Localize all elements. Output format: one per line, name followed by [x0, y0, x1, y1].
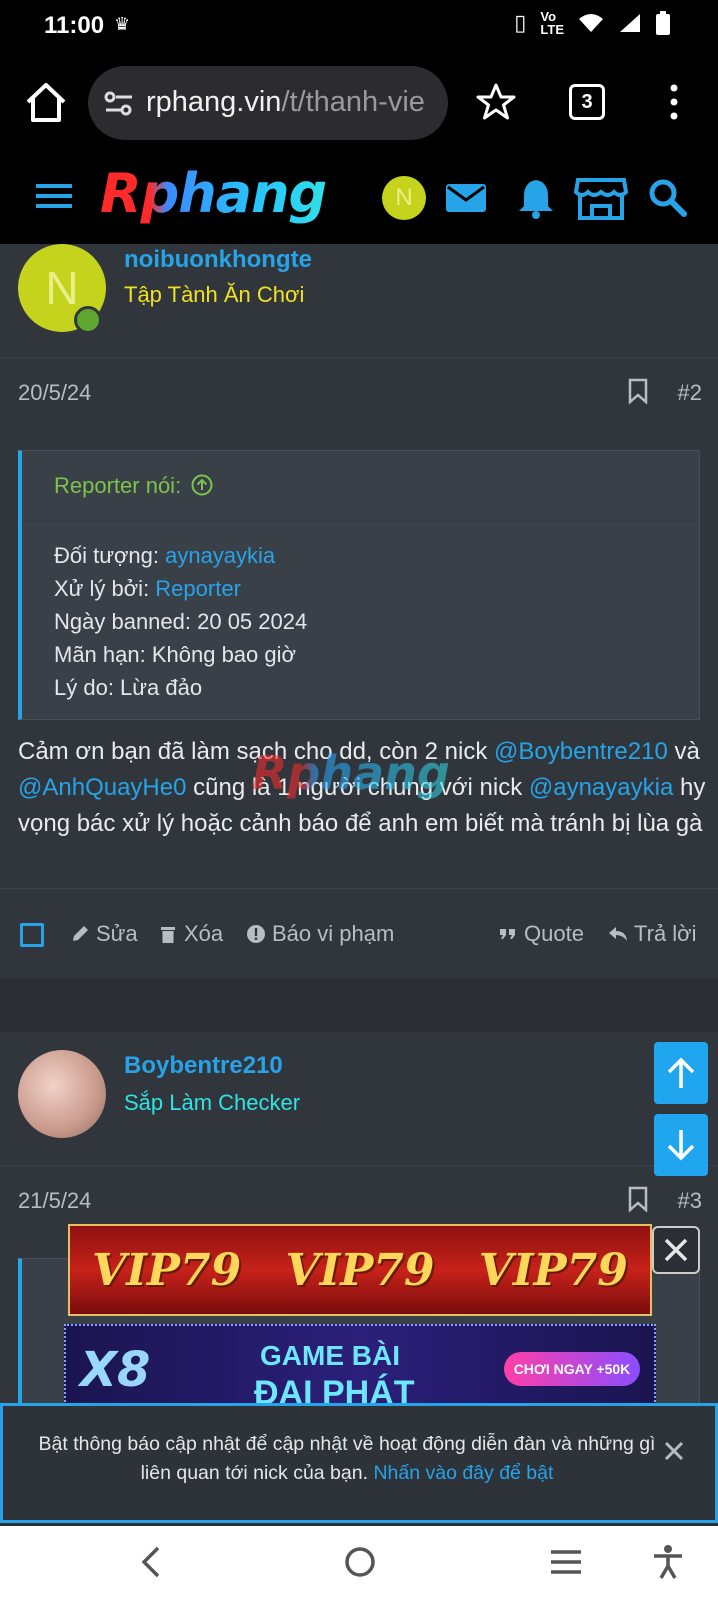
crown-icon: ♛ — [114, 14, 131, 34]
bookmark-icon[interactable] — [628, 1186, 648, 1212]
post-date[interactable]: 20/5/24 — [18, 380, 91, 406]
quote-line: Đối tượng: aynayaykia — [54, 543, 276, 568]
reply-button[interactable]: Trả lời — [608, 921, 697, 947]
quote-line: Ngày banned: 20 05 2024 — [54, 609, 308, 634]
quote-icon — [500, 929, 515, 939]
post-actions: Sửa Xóa Báo vi phạm Quote Trả lời — [0, 888, 718, 978]
quote-body: Đối tượng: aynayaykia Xử lý bởi: Reporte… — [22, 521, 699, 704]
post-meta: 20/5/24 #2 — [0, 358, 718, 428]
user-avatar[interactable]: N — [382, 176, 426, 220]
bookmark-icon[interactable] — [628, 378, 648, 404]
quote-block: Reporter nói: Đối tượng: aynayaykia Xử l… — [18, 450, 700, 720]
browser-toolbar: rphang.vin/t/thanh-vie 3 — [0, 52, 718, 154]
bell-icon[interactable] — [514, 176, 558, 220]
volte-icon: Vo LTE — [540, 9, 564, 37]
post: N noibuonkhongte Tập Tành Ăn Chơi 20/5/2… — [0, 244, 718, 978]
url-text[interactable]: rphang.vin/t/thanh-vie — [146, 86, 436, 119]
system-nav-bar — [0, 1526, 718, 1600]
home-circle-icon[interactable] — [342, 1544, 378, 1580]
more-options-icon[interactable] — [664, 82, 684, 122]
quote-header[interactable]: Reporter nói: — [22, 451, 699, 521]
arrow-down-icon — [667, 1130, 695, 1161]
site-logo[interactable]: Rphang — [100, 162, 327, 225]
post-number[interactable]: #3 — [678, 1188, 702, 1214]
avatar[interactable] — [18, 1050, 106, 1138]
trash-icon — [161, 927, 175, 943]
user-title: Tập Tành Ăn Chơi — [124, 282, 305, 307]
wifi-icon — [579, 14, 603, 32]
accessibility-icon[interactable] — [650, 1544, 686, 1580]
home-icon[interactable] — [24, 80, 68, 124]
battery-icon — [656, 11, 670, 35]
tab-switcher-button[interactable]: 3 — [569, 84, 605, 120]
back-icon[interactable] — [134, 1544, 170, 1580]
quote-line: Lý do: Lừa đảo — [54, 675, 203, 700]
url-path: /t/thanh-vie — [281, 86, 425, 118]
shop-icon[interactable] — [574, 176, 628, 220]
close-icon[interactable] — [663, 1440, 685, 1462]
ad-banner-vip79[interactable]: VIP79 VIP79 VIP79 — [68, 1224, 652, 1316]
search-icon[interactable] — [646, 176, 690, 220]
ad-close-button[interactable] — [652, 1226, 700, 1274]
close-icon — [664, 1238, 688, 1262]
mail-icon[interactable] — [444, 176, 488, 220]
site-header: Rphang N — [0, 154, 718, 244]
clock: 11:00 — [44, 12, 105, 39]
reply-icon — [609, 927, 627, 941]
recents-icon[interactable] — [548, 1544, 584, 1580]
status-bar: 11:00 ♛ ▯ Vo LTE — [0, 0, 718, 52]
url-bar[interactable]: rphang.vin/t/thanh-vie — [88, 66, 448, 140]
alert-icon — [247, 925, 265, 943]
username[interactable]: noibuonkhongte — [124, 246, 312, 274]
notification-message: Bật thông báo cập nhật để cập nhật về ho… — [38, 1433, 656, 1484]
menu-icon[interactable] — [36, 181, 72, 211]
signal-icon — [620, 14, 640, 32]
select-checkbox[interactable] — [20, 923, 44, 947]
post-date[interactable]: 21/5/24 — [18, 1188, 91, 1214]
username[interactable]: Boybentre210 — [124, 1052, 283, 1080]
vibrate-icon: ▯ — [514, 10, 527, 35]
user-title: Sắp Làm Checker — [124, 1090, 301, 1115]
quote-line: Xử lý bởi: Reporter — [54, 576, 241, 601]
watermark: Rphang — [252, 746, 450, 800]
post-user-info: N noibuonkhongte Tập Tành Ăn Chơi — [0, 244, 718, 358]
quote-author: Reporter nói: — [54, 473, 182, 498]
quote-button[interactable]: Quote — [498, 921, 584, 947]
edit-button[interactable]: Sửa — [70, 921, 138, 947]
mention-link[interactable]: @Boybentre210 — [494, 738, 668, 765]
mention-link[interactable]: @aynayaykia — [529, 774, 673, 801]
site-settings-icon[interactable] — [104, 90, 134, 118]
user-link[interactable]: Reporter — [155, 576, 241, 601]
mention-link[interactable]: @AnhQuayHe0 — [18, 774, 186, 801]
scroll-top-button[interactable] — [654, 1042, 708, 1104]
arrow-up-circle-icon[interactable] — [191, 474, 213, 496]
report-button[interactable]: Báo vi phạm — [246, 921, 394, 947]
online-status-icon — [74, 306, 102, 334]
pencil-icon — [73, 926, 88, 941]
system-icons: ▯ Vo LTE — [514, 10, 670, 36]
bookmark-star-icon[interactable] — [476, 82, 516, 122]
user-link[interactable]: aynayaykia — [165, 543, 275, 568]
enable-notifications-link[interactable]: Nhấn vào đây để bật — [373, 1462, 553, 1484]
quote-line: Mãn hạn: Không bao giờ — [54, 642, 296, 667]
post-user-info: Boybentre210 Sắp Làm Checker — [0, 1032, 718, 1166]
notification-prompt: Bật thông báo cập nhật để cập nhật về ho… — [0, 1403, 718, 1523]
url-host: rphang.vin — [146, 86, 282, 118]
arrow-up-icon — [667, 1057, 695, 1088]
scroll-bottom-button[interactable] — [654, 1114, 708, 1176]
delete-button[interactable]: Xóa — [158, 921, 223, 947]
post-number[interactable]: #2 — [678, 380, 702, 406]
